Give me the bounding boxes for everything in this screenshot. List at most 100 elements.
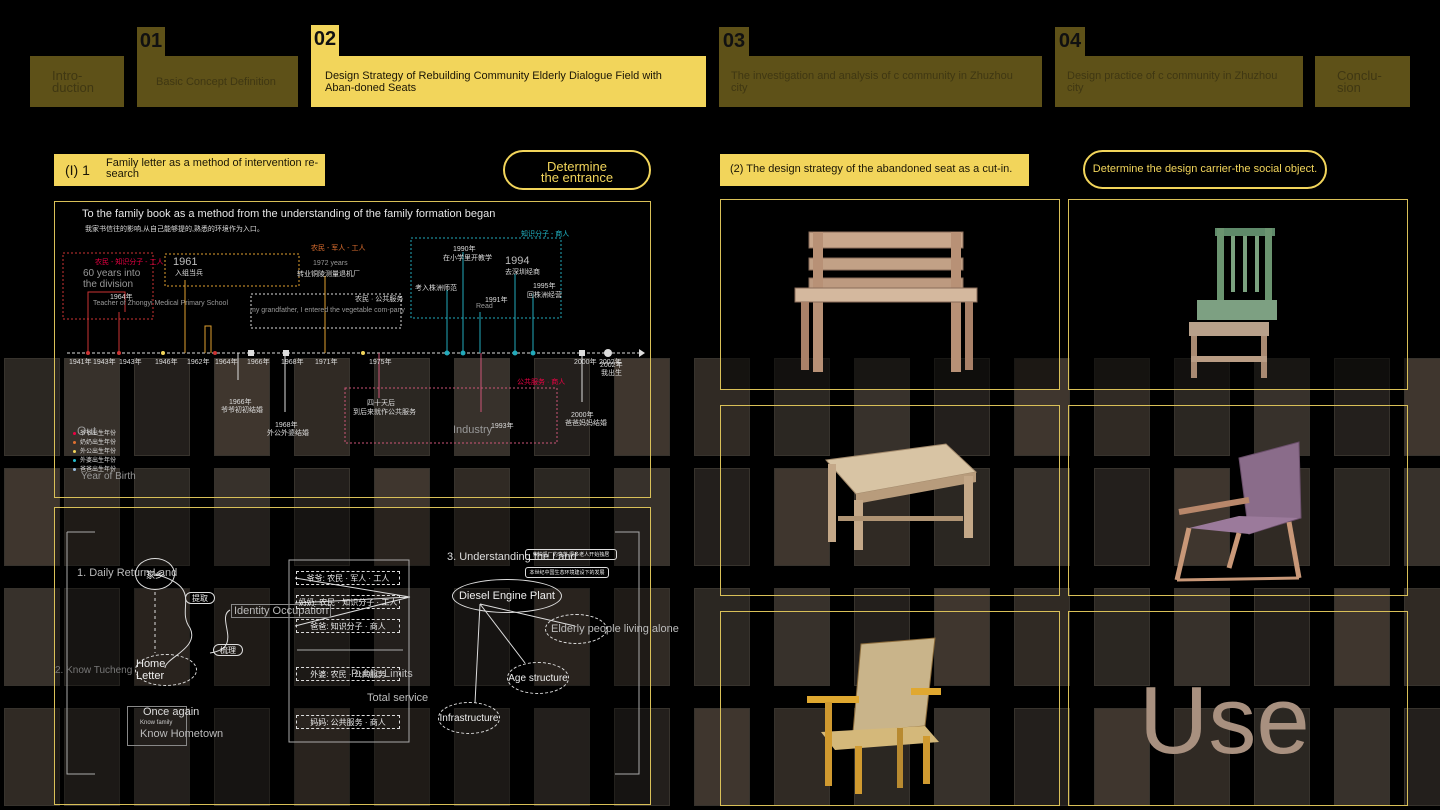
- legend-item: 爷爷出生年份: [73, 428, 116, 437]
- tl-1994b: 去深圳经商: [505, 269, 540, 276]
- cm-note: 柴油机厂的衰落,很多老人开始独居: [525, 549, 617, 560]
- legend-item: 外婆出生年份: [73, 455, 116, 464]
- tl-group4: 农民 · 公共服务: [355, 296, 404, 303]
- tab-investigation[interactable]: The investigation and analysis of c comm…: [719, 56, 1042, 107]
- concept-map-panel: 1. Daily Return Land 家乡 提取 梳理 Identity O…: [54, 507, 679, 805]
- tl-1993: 1993年: [491, 423, 514, 430]
- tl-2000b: 爸爸妈妈结婚: [565, 420, 607, 427]
- cm-home-letter-node: Home Letter: [135, 654, 197, 686]
- cm-know-tucheng: 2. Know Tucheng: [55, 665, 133, 676]
- cm-age-label: Age structure: [508, 672, 568, 684]
- legend-dot: [73, 440, 76, 444]
- cm-infra-node: Infrastructure: [438, 702, 500, 734]
- legend-dot: [73, 467, 76, 471]
- timeline-axis-year: 1962年: [187, 359, 210, 366]
- cm-know-hometown: Know Hometown: [140, 728, 224, 740]
- section-number: (I) 1: [65, 162, 90, 178]
- timeline-axis-year: 1975年: [369, 359, 392, 366]
- tl-1961b: 入组当兵: [175, 270, 203, 277]
- tl-industry: Industry: [453, 424, 493, 436]
- cm-shuli-label: 梳理: [220, 645, 236, 655]
- chair-panel-bench[interactable]: [720, 199, 1060, 390]
- timeline-axis-year: 1966年: [247, 359, 270, 366]
- tl-group1: 农民 - 知识分子 - 工人: [95, 259, 164, 266]
- cm-know-family: Know family: [140, 720, 173, 726]
- tab-conclusion[interactable]: Conclu- sion: [1315, 56, 1410, 107]
- cm-once-again: Once again: [143, 706, 200, 718]
- use-big-word: Use: [1139, 667, 1310, 774]
- cm-family-row: 爷爷: 农民 · 军人 · 工人: [296, 571, 400, 585]
- cm-family-row: 奶奶: 农民 · 知识分子 · 工人: [296, 595, 400, 609]
- cm-tiqu: 提取: [185, 592, 215, 604]
- tab-02-number[interactable]: 02: [311, 25, 339, 56]
- timeline-axis-year: 1971年: [315, 359, 338, 366]
- chair-panel-green[interactable]: [1068, 199, 1408, 390]
- chair-panel-stool[interactable]: [720, 405, 1060, 596]
- legend-dot: [73, 449, 76, 453]
- tl-1990b: 在小学里开教学: [443, 255, 492, 262]
- timeline-axis-year: 1943年: [119, 359, 142, 366]
- cm-family-row: 妈妈: 公共服务 · 商人: [296, 715, 400, 729]
- legend-item: 奶奶出生年份: [73, 437, 116, 446]
- determine-entrance-pill[interactable]: Determine the entrance: [503, 150, 651, 190]
- bench-chair-image: [794, 231, 978, 372]
- cm-family-row: 爸爸: 知识分子 · 商人: [296, 619, 400, 633]
- tab-04-number[interactable]: 04: [1055, 27, 1085, 56]
- tl-grandfather: my grandfather, I entered the vegetable …: [250, 307, 405, 314]
- design-carrier-pill[interactable]: Determine the design carrier-the social …: [1083, 150, 1327, 189]
- tl-group5: 公共服务 · 商人: [517, 379, 566, 386]
- timeline-axis-year: 1964年: [215, 359, 238, 366]
- timeline-axis-year: 1941年: [69, 359, 92, 366]
- stool-image: [825, 443, 978, 550]
- tl-1966b: 爷爷初初结婚: [221, 407, 263, 414]
- timeline-axis-year: 1946年: [155, 359, 178, 366]
- tab-03-number[interactable]: 03: [719, 27, 749, 56]
- tab-basic-concept[interactable]: Basic Concept Definition: [137, 56, 298, 107]
- tl-1961: 1961: [173, 256, 198, 268]
- cm-tiqu-label: 提取: [192, 593, 208, 603]
- tl-2002b: 我出生: [601, 370, 622, 377]
- section-title: Family letter as a method of interventio…: [106, 157, 319, 180]
- cm-note: 本世纪中国生态环境建设下的发展: [525, 567, 609, 578]
- tab-introduction[interactable]: Intro- duction: [30, 56, 124, 107]
- tab-design-practice[interactable]: Design practice of c community in Zhuzho…: [1055, 56, 1303, 107]
- green-chair-image: [1189, 228, 1277, 378]
- tl-1972: 1972 years: [313, 260, 348, 267]
- timeline-axis-year: 2000年: [574, 359, 597, 366]
- right-section-label: (2) The design strategy of the abandoned…: [720, 154, 1029, 186]
- legend-dot: [73, 458, 76, 462]
- timeline-axis-year: 1968年: [281, 359, 304, 366]
- tl-1968b: 外公外婆结婚: [267, 430, 309, 437]
- chair-panel-rattan[interactable]: [720, 611, 1060, 806]
- legend-dot: [73, 431, 76, 435]
- rattan-chair-image: [807, 637, 941, 794]
- tab-01-number[interactable]: 01: [137, 27, 165, 56]
- tl-group2: 农民 - 军人 - 工人: [311, 245, 366, 252]
- timeline-panel: To the family book as a method from the …: [54, 201, 651, 498]
- tl-60years: 60 years into the division: [83, 268, 141, 290]
- cm-home-node: 家乡: [135, 558, 175, 590]
- tl-teacher: Teacher of Zhongyi Medical Primary Schoo…: [93, 300, 229, 307]
- tl-sishib: 到后来就作公共服务: [353, 409, 416, 416]
- cm-home-label: 家乡: [145, 569, 164, 580]
- tl-1972b: 转业铜陵测量退机厂: [297, 271, 360, 278]
- tl-kaoru: 考入株洲师范: [415, 285, 457, 292]
- timeline-axis-year: 1943年: [93, 359, 116, 366]
- cm-public-limits: Public Limits: [351, 668, 413, 680]
- tl-read: Read: [476, 303, 493, 310]
- chair-panel-deckchair[interactable]: [1068, 405, 1408, 596]
- chair-panel-use[interactable]: Use: [1068, 611, 1408, 806]
- tl-birth: Year of Birth: [81, 471, 136, 482]
- tl-group3: 知识分子 - 商人: [521, 231, 570, 238]
- tl-1995b: 回株洲经营: [527, 292, 562, 299]
- timeline-axis-labels: 1941年 1943年 1943年 1946年 1962年 1964年 1966年 1968年…: [69, 357, 629, 367]
- cm-home-letter-label: Home Letter: [136, 658, 166, 682]
- cm-age-node: Age structure: [507, 662, 569, 694]
- section-label: (I) 1 Family letter as a method of inter…: [54, 154, 325, 186]
- tab-design-strategy[interactable]: Design Strategy of Rebuilding Community …: [311, 56, 706, 107]
- cm-elderly-label: Elderly people living alone: [551, 623, 679, 635]
- legend-item: 外公出生年份: [73, 446, 116, 455]
- deckchair-image: [1174, 441, 1302, 582]
- cm-diesel-node: Diesel Engine Plant: [452, 579, 562, 613]
- cm-shuli: 梳理: [213, 644, 243, 656]
